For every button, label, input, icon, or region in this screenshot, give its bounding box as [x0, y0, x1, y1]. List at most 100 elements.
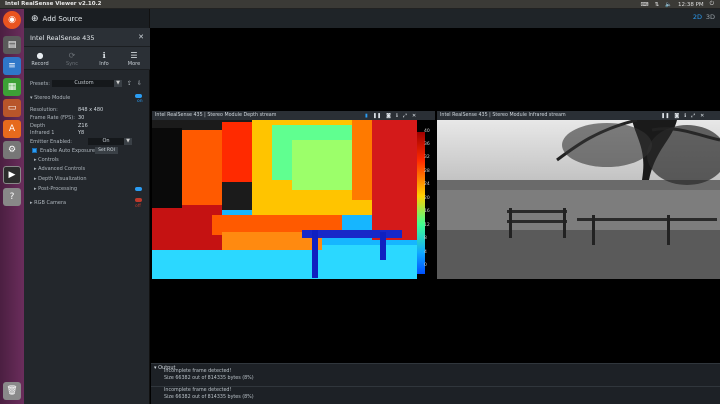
top-bar: Intel RealSense Viewer v2.10.2 ⌨ ⇅ 🔈 12:…: [0, 0, 720, 9]
divider: [151, 386, 720, 387]
colorbar-tick: 36: [424, 142, 430, 147]
upload-icon[interactable]: ⇪: [127, 80, 132, 87]
rgb-camera-row[interactable]: ▸ RGB Camera: [30, 200, 66, 206]
files-icon[interactable]: ▤: [3, 36, 21, 54]
record-label: Record: [31, 61, 49, 67]
record-icon: ●: [36, 51, 44, 60]
post-processing-label: Post-Processing: [38, 186, 78, 192]
pause-icon[interactable]: ❚❚: [661, 113, 669, 119]
calc-icon[interactable]: ▦: [3, 78, 21, 96]
depth-visualization-label: Depth Visualization: [38, 176, 87, 182]
controls-row[interactable]: ▸ Controls: [34, 157, 59, 163]
colorbar-tick: 28: [424, 169, 430, 174]
chevron-down-icon: ▾: [30, 95, 33, 101]
close-icon[interactable]: ✕: [700, 113, 704, 119]
close-icon[interactable]: ✕: [412, 113, 416, 119]
setting-value[interactable]: Z16: [78, 123, 88, 129]
chevron-down-icon[interactable]: ▼: [124, 138, 132, 145]
chevron-down-icon[interactable]: ▼: [114, 80, 122, 87]
auto-exposure-checkbox[interactable]: [32, 148, 37, 153]
post-processing-toggle[interactable]: [135, 187, 142, 191]
rgb-camera-toggle[interactable]: [135, 198, 142, 202]
expand-icon[interactable]: ⤢: [691, 113, 695, 119]
info-icon[interactable]: ℹ: [396, 113, 398, 119]
keyboard-icon[interactable]: ⌨: [641, 2, 649, 8]
terminal-icon[interactable]: ▶: [3, 166, 21, 184]
device-toolbar: ● Record ⟳ Sync ℹ Info ☰ More: [24, 47, 150, 70]
app-header: ⊕ Add Source 2D 3D: [24, 9, 720, 28]
info-label: Info: [99, 61, 109, 67]
depth-stream-window: Intel RealSense 435 | Stereo Module Dept…: [152, 111, 435, 279]
sync-label: Sync: [65, 61, 79, 67]
infrared-stream-window: Intel RealSense 435 | Stereo Module Infr…: [437, 111, 720, 279]
add-source-button[interactable]: ⊕ Add Source: [24, 9, 150, 28]
advanced-controls-label: Advanced Controls: [38, 166, 86, 172]
info-icon[interactable]: ℹ: [684, 113, 686, 119]
log-line: Size 66382 out of 814335 bytes (8%): [164, 395, 254, 400]
stereo-module-row[interactable]: ▾ Stereo Module: [30, 95, 70, 101]
menu-icon: ☰: [130, 51, 138, 60]
chevron-right-icon: ▸: [34, 157, 37, 163]
set-roi-button[interactable]: Set ROI: [95, 147, 118, 154]
chevron-right-icon: ▸: [34, 176, 37, 182]
depth-image[interactable]: [152, 120, 435, 279]
log-line: Incomplete frame detected!: [164, 388, 232, 393]
infrared-stream-controls: ❚❚ ◙ ℹ ⤢ ✕: [661, 111, 704, 120]
depth-visualization-row[interactable]: ▸ Depth Visualization: [34, 176, 87, 182]
presets-label: Presets:: [30, 81, 50, 87]
depth-stream-controls: ▮ ❚❚ ◙ ℹ ⤢ ✕: [365, 111, 416, 120]
power-icon[interactable]: ⏻: [710, 1, 714, 8]
record-button[interactable]: ● Record: [24, 50, 56, 67]
stereo-module-label: Stereo Module: [34, 95, 71, 101]
setting-value[interactable]: 30: [78, 115, 84, 121]
rgb-off-label: off: [135, 204, 141, 209]
impress-icon[interactable]: ▭: [3, 99, 21, 117]
save-icon[interactable]: ⇩: [137, 80, 142, 87]
pause-icon[interactable]: ❚❚: [373, 113, 381, 119]
clock[interactable]: 12:38 PM: [678, 2, 704, 8]
network-icon[interactable]: ⇅: [655, 2, 660, 8]
advanced-controls-row[interactable]: ▸ Advanced Controls: [34, 166, 85, 172]
colorbar-tick: 24: [424, 182, 430, 187]
sync-button[interactable]: ⟳ Sync: [56, 50, 88, 67]
setting-label: Depth: [30, 123, 46, 129]
setting-value[interactable]: Y8: [78, 130, 84, 136]
info-button[interactable]: ℹ Info: [88, 50, 120, 67]
sync-icon: ⟳: [68, 51, 76, 60]
more-button[interactable]: ☰ More: [118, 50, 150, 67]
close-device-icon[interactable]: ✕: [138, 33, 144, 41]
help-icon[interactable]: ?: [3, 188, 21, 206]
setting-value[interactable]: 848 x 480: [78, 107, 103, 113]
emitter-select[interactable]: On: [88, 138, 124, 145]
camera-icon[interactable]: ◙: [674, 113, 679, 119]
chevron-right-icon: ▸: [30, 200, 33, 206]
device-panel: Intel RealSense 435 ✕ ● Record ⟳ Sync ℹ …: [24, 28, 150, 404]
post-processing-row[interactable]: ▸ Post-Processing: [34, 186, 77, 192]
emitter-label: Emitter Enabled:: [30, 139, 72, 145]
colorbar-tick: 0: [424, 263, 427, 268]
chevron-right-icon: ▸: [34, 166, 37, 172]
histogram-icon[interactable]: ▮: [365, 113, 368, 119]
camera-icon[interactable]: ◙: [386, 113, 391, 119]
preset-select[interactable]: Custom: [52, 80, 116, 87]
colorbar-ticks: 40 36 32 28 24 20 16 12 8 4 0: [424, 129, 434, 279]
device-header: Intel RealSense 435 ✕: [24, 28, 150, 47]
settings-icon[interactable]: ⚙: [3, 141, 21, 159]
volume-icon[interactable]: 🔈: [665, 2, 672, 8]
infrared-image[interactable]: [437, 120, 720, 279]
expand-icon[interactable]: ⤢: [403, 113, 407, 119]
colorbar-tick: 40: [424, 129, 430, 134]
chevron-right-icon: ▸: [34, 186, 37, 192]
trash-icon[interactable]: 🗑: [3, 382, 21, 400]
view-3d-toggle[interactable]: 3D: [706, 13, 715, 21]
rgb-camera-label: RGB Camera: [34, 200, 67, 206]
writer-icon[interactable]: ≡: [3, 57, 21, 75]
stereo-module-toggle[interactable]: [135, 94, 142, 98]
colorbar-tick: 12: [424, 223, 430, 228]
more-label: More: [127, 61, 141, 67]
ubuntu-logo-icon[interactable]: ◉: [3, 11, 21, 29]
software-center-icon[interactable]: A: [3, 120, 21, 138]
view-2d-toggle[interactable]: 2D: [693, 13, 702, 21]
colorbar-tick: 4: [424, 250, 427, 255]
setting-label: Resolution:: [30, 107, 58, 113]
